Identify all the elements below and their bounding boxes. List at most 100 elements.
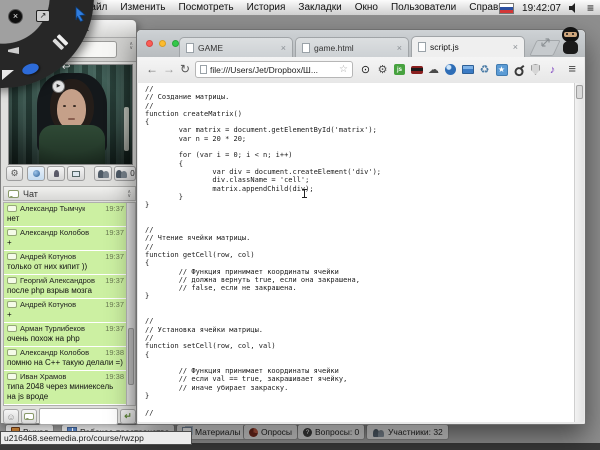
window-controls	[146, 40, 179, 47]
share-tool-icon[interactable]: ↗	[36, 10, 50, 22]
url-text: file:///Users/Jet/Dropbox/Ш...	[210, 65, 336, 75]
send-message-button[interactable]: ↵	[120, 409, 136, 424]
message-bubble-icon	[7, 325, 17, 332]
chat-bubble-icon	[8, 190, 19, 198]
polls-pie-icon	[249, 428, 258, 437]
chat-message-input[interactable]	[39, 408, 118, 425]
close-tab-icon[interactable]: ×	[513, 43, 518, 51]
settings-button[interactable]: ⚙	[6, 166, 23, 181]
chat-message: Андрей Котунов 19:37 +	[4, 299, 127, 322]
message-bubble-icon	[7, 301, 17, 308]
questions-button[interactable]: ? Вопросы: 0	[297, 424, 365, 440]
smiley-icon: ☺	[6, 412, 15, 422]
javascript-source-code: // // Создание матрицы. // function crea…	[145, 85, 381, 417]
target-extension-icon[interactable]: ⊙	[359, 63, 372, 76]
bookmark-star-icon[interactable]: ☆	[339, 65, 348, 75]
message-bubble-icon	[7, 277, 17, 284]
play-button[interactable]: ▶	[52, 80, 65, 93]
shield-extension-icon[interactable]	[529, 63, 542, 76]
question-icon: ?	[303, 428, 312, 437]
folder-extension-icon[interactable]	[461, 63, 474, 76]
monitor-icon	[72, 171, 80, 177]
chat-header: Чат ∧∨	[3, 186, 136, 201]
menu-history[interactable]: История	[247, 2, 286, 13]
gear-extension-icon[interactable]: ⚙	[376, 63, 389, 76]
message-bubble-icon	[7, 205, 17, 212]
menu-users[interactable]: Пользователи	[391, 2, 456, 13]
text-cursor	[302, 189, 307, 198]
page-icon	[418, 42, 426, 52]
people-icon	[372, 428, 385, 437]
triangle-tool-icon[interactable]	[2, 70, 14, 80]
star-box-extension-icon[interactable]: ★	[495, 63, 508, 76]
close-wheel-button[interactable]: ×	[8, 9, 23, 24]
browser-toolbar: ← → ↻ file:///Users/Jet/Dropbox/Ш... ☆ ⊙…	[138, 57, 584, 84]
webcam-icon	[33, 170, 40, 177]
ball-extension-icon[interactable]	[444, 63, 457, 76]
minimize-window-button[interactable]	[159, 40, 166, 47]
tab-script-js[interactable]: script.js ×	[411, 36, 525, 57]
menu-window[interactable]: Окно	[355, 2, 378, 13]
desktop: Chrome Файл Изменить Посмотреть История …	[0, 0, 600, 450]
people-icon	[97, 169, 110, 178]
cloud-extension-icon[interactable]: ☁	[427, 63, 440, 76]
resize-diagonal-icon	[540, 37, 551, 48]
viewers-button[interactable]	[94, 166, 112, 181]
js-extension-icon[interactable]: js	[393, 63, 406, 76]
polls-button[interactable]: Опросы	[243, 424, 298, 440]
chat-scrollbar[interactable]	[126, 203, 135, 405]
page-icon	[302, 43, 310, 53]
close-tab-icon[interactable]: ×	[397, 44, 402, 52]
cursor-tool-icon[interactable]	[74, 6, 88, 22]
chat-message: Александр Колобов 19:37 +	[4, 227, 127, 250]
tab-game[interactable]: GAME ×	[179, 37, 293, 57]
chat-collapse-icon[interactable]: ∧∨	[127, 190, 131, 198]
media-controls: ⚙ 0	[1, 166, 136, 185]
reload-button[interactable]: ↻	[180, 62, 190, 76]
webcam-button[interactable]	[27, 166, 45, 181]
page-content: // // Создание матрицы. // function crea…	[138, 83, 584, 422]
close-tab-icon[interactable]: ×	[281, 44, 286, 52]
key-extension-icon[interactable]	[512, 63, 525, 76]
collapse-panel-icon[interactable]: ∧∨	[129, 42, 133, 50]
message-bubble-icon	[7, 373, 17, 380]
zoom-window-button[interactable]	[172, 40, 179, 47]
menu-bar-clock[interactable]: 19:42:07	[522, 3, 561, 14]
forward-button[interactable]: →	[163, 62, 175, 76]
address-bar[interactable]: file:///Users/Jet/Dropbox/Ш... ☆	[195, 61, 353, 78]
gear-icon: ⚙	[10, 168, 18, 179]
mask-extension-icon[interactable]	[410, 63, 423, 76]
speaker-person-icon	[54, 170, 59, 177]
cam-viewers-button[interactable]: 0	[114, 166, 136, 181]
chrome-window: GAME × game.html × script.js ×	[136, 29, 586, 425]
tab-strip: GAME × game.html × script.js ×	[137, 30, 585, 57]
keyboard-layout-flag-icon[interactable]	[499, 3, 514, 14]
back-button[interactable]: ←	[146, 62, 158, 76]
page-scrollbar-thumb[interactable]	[576, 85, 583, 99]
chat-message: Андрей Котунов 19:37 только от них кипит…	[4, 251, 127, 274]
participants-button[interactable]: Участники: 32	[366, 424, 449, 440]
chat-scrollbar-thumb[interactable]	[128, 328, 134, 385]
message-bubble-icon	[7, 229, 17, 236]
menu-bookmarks[interactable]: Закладки	[298, 2, 341, 13]
recycle-extension-icon[interactable]: ♻	[478, 63, 491, 76]
volume-icon[interactable]	[569, 3, 579, 13]
chat-header-label: Чат	[23, 189, 38, 199]
chat-mode-button[interactable]	[21, 409, 37, 424]
emoticon-button[interactable]: ☺	[3, 409, 19, 424]
chat-input-row: ☺ ↵	[3, 408, 136, 425]
page-icon	[200, 65, 207, 74]
page-scrollbar[interactable]	[574, 83, 584, 422]
music-note-extension-icon[interactable]: ♪	[546, 63, 559, 76]
close-window-button[interactable]	[146, 40, 153, 47]
chat-message: Арман Турлибеков 19:37 очень похож на ph…	[4, 323, 127, 346]
microphone-button[interactable]	[47, 166, 65, 181]
notification-center-icon[interactable]: ≡	[587, 3, 594, 13]
undo-icon[interactable]: ↩	[62, 62, 70, 73]
menu-view[interactable]: Посмотреть	[179, 2, 234, 13]
chrome-menu-icon[interactable]: ≡	[568, 61, 576, 76]
tab-game-html[interactable]: game.html ×	[295, 37, 409, 57]
extensions-row: ⊙ ⚙ js ☁ ♻ ★ ♪	[359, 62, 559, 77]
menu-edit[interactable]: Изменить	[120, 2, 165, 13]
screen-share-button[interactable]	[67, 166, 85, 181]
